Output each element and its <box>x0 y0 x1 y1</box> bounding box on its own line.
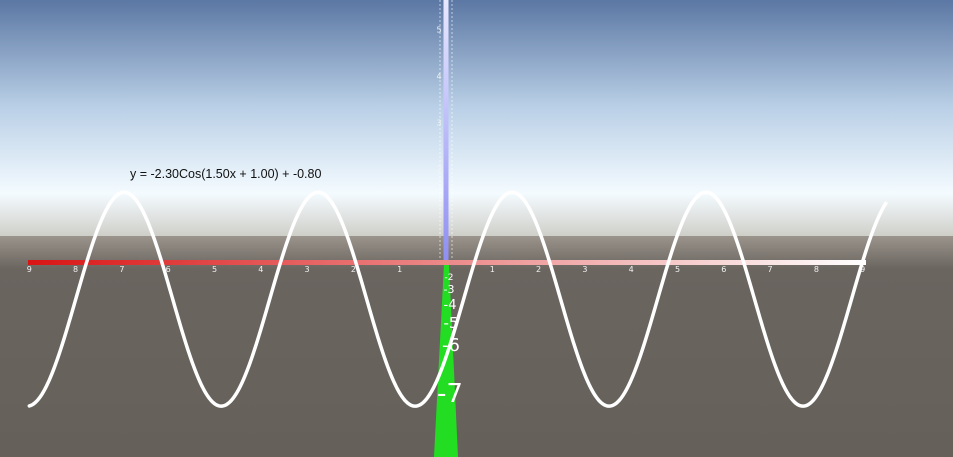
x-tick-label: 5 <box>212 265 217 274</box>
z-axis-label: -4 <box>444 298 457 313</box>
x-tick-label: 1 <box>397 265 402 274</box>
y-tick-label: 3 <box>436 119 441 128</box>
unity-3d-viewport[interactable]: 5432 -2 -3 -4 -5 -6 -7 987654321123456789 y =… <box>0 0 953 457</box>
sky-background <box>0 0 953 236</box>
x-tick-label: 4 <box>258 265 263 274</box>
equation-label: y = -2.30Cos(1.50x + 1.00) + -0.80 <box>130 167 322 181</box>
x-tick-label: 1 <box>490 265 495 274</box>
ground-background <box>0 236 953 457</box>
z-axis-label: -7 <box>437 379 463 409</box>
x-tick-label: 3 <box>582 265 587 274</box>
y-tick-label: 2 <box>436 165 441 174</box>
x-tick-label: 2 <box>536 265 541 274</box>
z-axis-label: -2 <box>445 273 454 283</box>
x-tick-label: 8 <box>73 265 78 274</box>
y-axis-bar <box>443 0 449 264</box>
x-tick-label: 7 <box>768 265 773 274</box>
x-tick-label: 7 <box>119 265 124 274</box>
graph-scene: 5432 -2-3-4-5-6-7 987654321123456789 <box>0 0 953 457</box>
x-tick-label: 8 <box>814 265 819 274</box>
x-axis-bar <box>28 260 866 265</box>
y-tick-label: 5 <box>436 26 441 35</box>
x-tick-label: 6 <box>721 265 726 274</box>
x-tick-label: 9 <box>27 265 32 274</box>
x-tick-label: 4 <box>629 265 634 274</box>
z-axis-label: -3 <box>444 283 455 296</box>
x-tick-label: 5 <box>675 265 680 274</box>
x-tick-label: 3 <box>305 265 310 274</box>
y-tick-label: 4 <box>436 72 441 81</box>
